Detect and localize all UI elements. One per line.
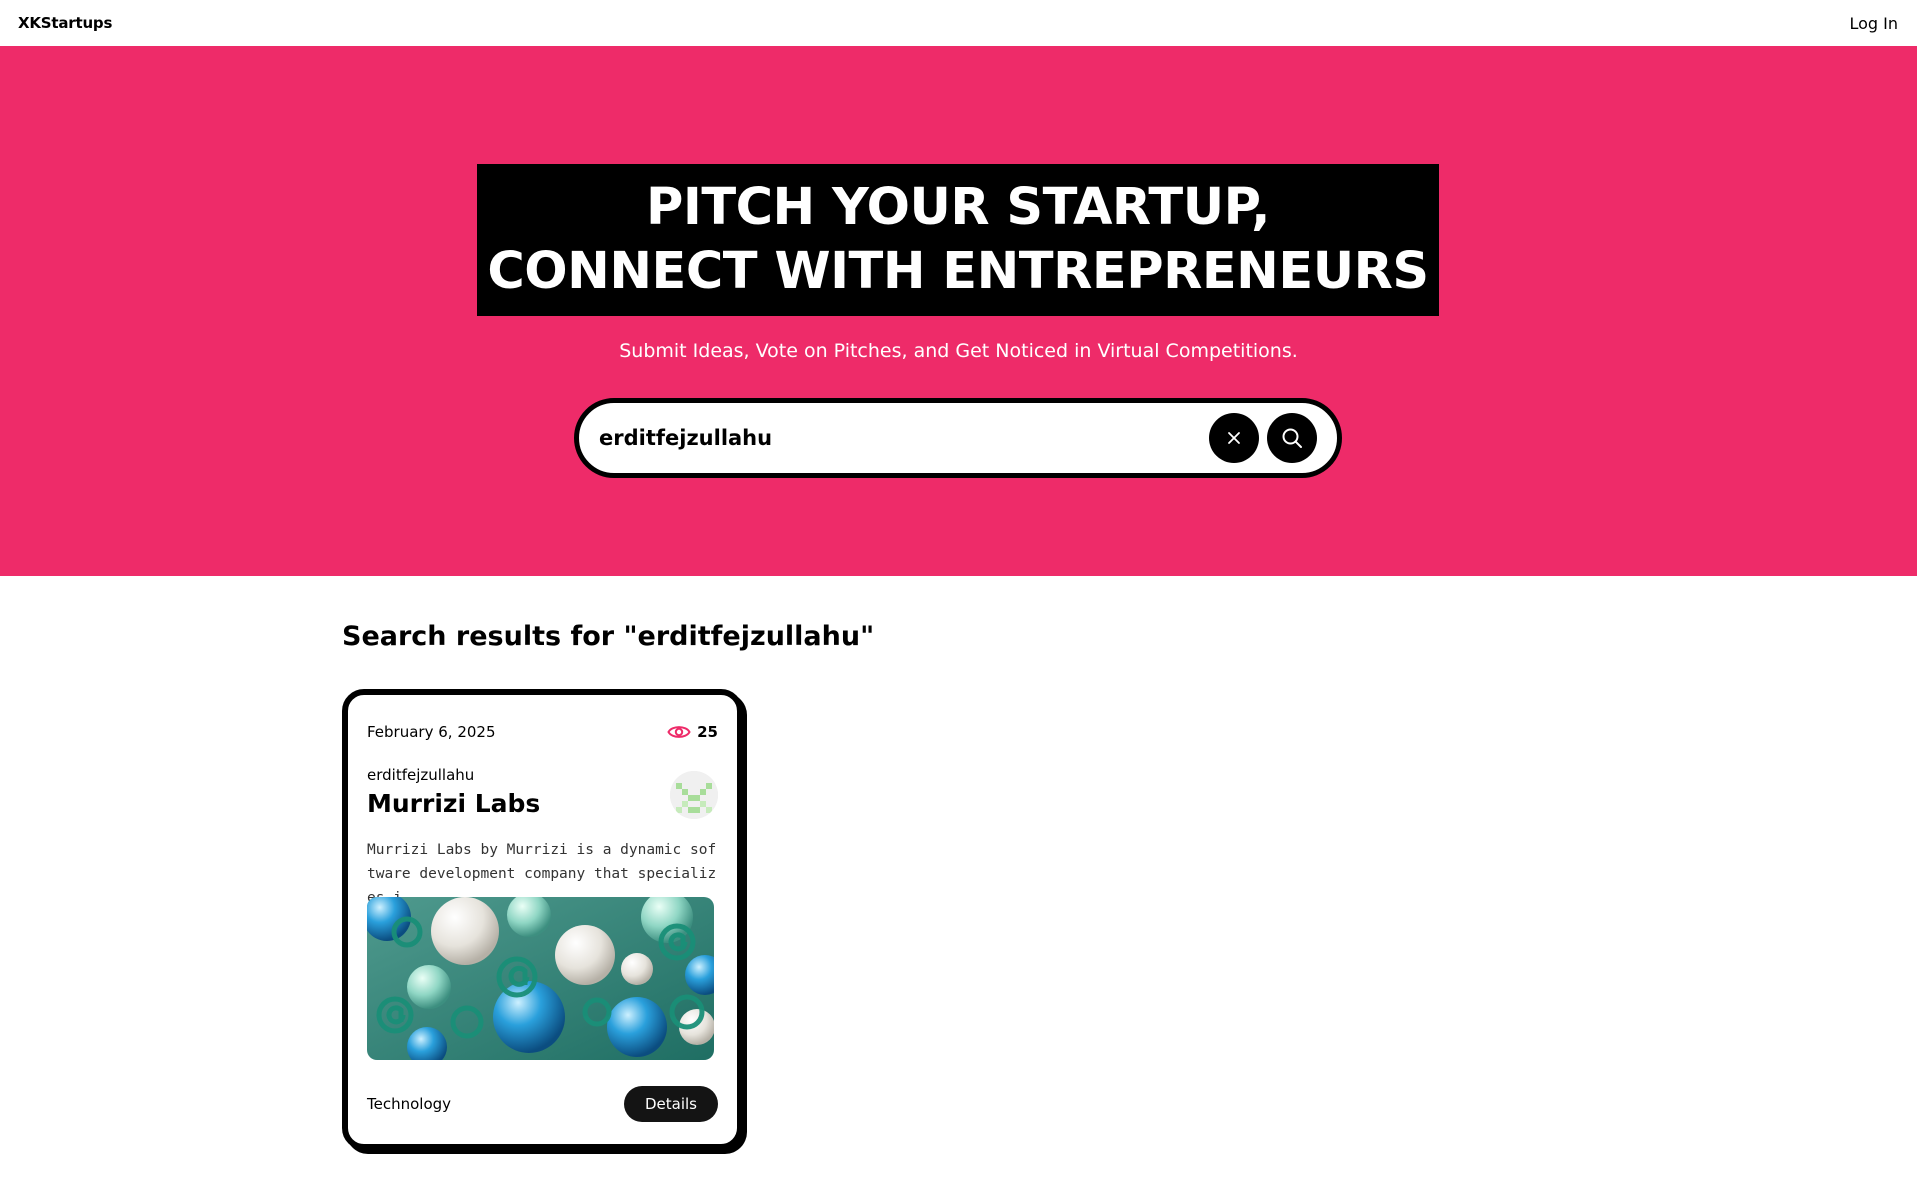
search-icon bbox=[1282, 428, 1302, 448]
identicon-avatar bbox=[670, 771, 718, 819]
close-icon bbox=[1228, 432, 1240, 444]
card-author[interactable]: erditfejzullahu bbox=[367, 766, 474, 784]
login-link[interactable]: Log In bbox=[1849, 14, 1898, 33]
eye-icon bbox=[667, 726, 691, 738]
card-title[interactable]: Murrizi Labs bbox=[367, 789, 540, 818]
card-image[interactable] bbox=[367, 897, 714, 1060]
hero-section: PITCH YOUR STARTUP, CONNECT WITH ENTREPR… bbox=[0, 46, 1917, 576]
startup-card: February 6, 2025 25 erditfejzullahu Murr… bbox=[342, 689, 743, 1150]
search-results-title: Search results for "erditfejzullahu" bbox=[342, 621, 875, 652]
clear-search-button[interactable] bbox=[1209, 413, 1259, 463]
views-count: 25 bbox=[697, 723, 718, 741]
hero-subheading: Submit Ideas, Vote on Pitches, and Get N… bbox=[619, 340, 1298, 362]
navbar: XKStartups Log In bbox=[0, 0, 1917, 46]
author-avatar[interactable] bbox=[670, 771, 718, 819]
search-form bbox=[574, 398, 1342, 478]
card-footer: Technology Details bbox=[367, 1086, 718, 1122]
card-header: February 6, 2025 25 bbox=[367, 721, 718, 743]
hero-headline: PITCH YOUR STARTUP, CONNECT WITH ENTREPR… bbox=[477, 164, 1439, 316]
headline-line-1: PITCH YOUR STARTUP, bbox=[645, 178, 1271, 237]
card-category[interactable]: Technology bbox=[367, 1095, 451, 1113]
at-symbol-spheres-image bbox=[367, 897, 714, 1060]
search-input[interactable] bbox=[599, 426, 1201, 450]
details-button[interactable]: Details bbox=[624, 1086, 718, 1122]
brand-logo[interactable]: XKStartups bbox=[18, 14, 112, 32]
headline-line-2: CONNECT WITH ENTREPRENEURS bbox=[487, 242, 1429, 301]
card-views: 25 bbox=[667, 723, 718, 741]
card-date: February 6, 2025 bbox=[367, 723, 496, 741]
search-button[interactable] bbox=[1267, 413, 1317, 463]
